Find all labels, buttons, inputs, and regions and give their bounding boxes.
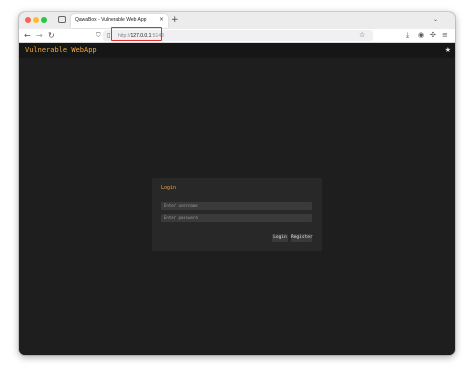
browser-tab[interactable]: QawaBox - Vulnerable Web App ×	[71, 14, 168, 28]
app-title[interactable]: Vulnerable WebApp	[25, 46, 97, 55]
extensions-icon[interactable]: ✣	[430, 30, 436, 41]
bookmark-star-icon[interactable]: ☆	[359, 30, 365, 41]
reload-icon[interactable]: ↻	[48, 30, 55, 41]
star-icon[interactable]: ★	[445, 46, 451, 54]
close-tab-icon[interactable]: ×	[159, 16, 164, 24]
shield-icon[interactable]: ⛉	[96, 30, 101, 41]
browser-window: QawaBox - Vulnerable Web App × + ⌄ ← → ↻…	[19, 12, 455, 355]
tab-title: QawaBox - Vulnerable Web App	[75, 17, 147, 23]
account-icon[interactable]: ◉	[418, 30, 424, 41]
close-window-icon[interactable]	[25, 17, 31, 23]
forward-icon[interactable]: →	[36, 30, 43, 41]
menu-icon[interactable]: ≡	[442, 30, 448, 41]
login-button[interactable]: Login	[272, 234, 288, 242]
tab-overview-icon[interactable]	[58, 16, 66, 23]
minimize-window-icon[interactable]	[33, 17, 39, 23]
new-tab-icon[interactable]: +	[171, 15, 179, 25]
tab-strip: QawaBox - Vulnerable Web App × + ⌄	[19, 12, 455, 29]
password-input[interactable]	[161, 214, 312, 222]
tab-list-icon[interactable]: ⌄	[433, 15, 438, 25]
login-heading: Login	[161, 185, 177, 191]
back-icon[interactable]: ←	[24, 30, 31, 41]
username-input[interactable]	[161, 202, 312, 210]
register-button[interactable]: Register	[291, 234, 313, 242]
download-icon[interactable]: ⤓	[406, 30, 409, 41]
web-page: Vulnerable WebApp ★ Login Login Register	[19, 43, 455, 355]
navigation-bar: ← → ↻ ⛉ ▯ http://127.0.0.1:5143 ☆ ⤓ ◉ ✣ …	[19, 29, 455, 43]
login-card: Login Login Register	[152, 178, 322, 251]
url-highlight-annotation	[111, 27, 162, 41]
page-info-icon[interactable]: ▯	[107, 30, 110, 41]
app-header: Vulnerable WebApp ★	[19, 43, 455, 58]
maximize-window-icon[interactable]	[41, 17, 47, 23]
